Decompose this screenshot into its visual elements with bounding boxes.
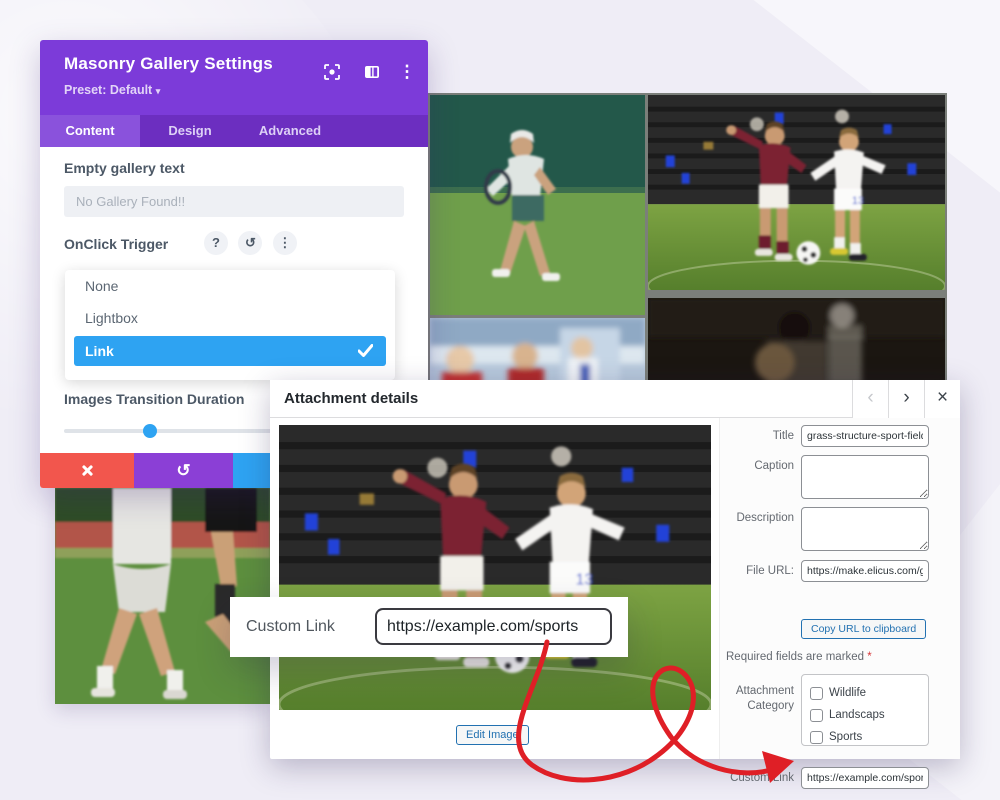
attachment-category-box: Wildlife Landscaps Sports	[801, 674, 929, 746]
focus-preview-icon[interactable]	[322, 62, 342, 82]
onclick-trigger-actions: ? ↺ ⋮	[198, 231, 297, 255]
onclick-trigger-dropdown: None Lightbox Link	[65, 270, 395, 380]
dropdown-option-none[interactable]: None	[65, 270, 395, 302]
copy-url-button[interactable]: Copy URL to clipboard	[801, 619, 927, 639]
required-fields-note: Required fields are marked *	[726, 651, 872, 663]
tab-advanced[interactable]: Advanced	[240, 115, 340, 147]
dropdown-option-lightbox[interactable]: Lightbox	[65, 302, 395, 334]
soccer-duel-preview-illustration	[279, 425, 711, 710]
slider-knob[interactable]	[143, 424, 157, 438]
undo-button[interactable]: ↺	[134, 453, 233, 488]
checkbox-sports-label: Sports	[829, 731, 863, 743]
onclick-trigger-label: OnClick Trigger	[64, 236, 169, 252]
tooltip-custom-link-input[interactable]	[375, 608, 612, 645]
checkbox-wildlife-label: Wildlife	[829, 687, 867, 699]
category-wildlife[interactable]: Wildlife	[810, 682, 928, 704]
edit-image-button[interactable]: Edit Image	[456, 725, 529, 745]
undo-icon: ↺	[176, 460, 191, 480]
gallery-photo-soccer-duel[interactable]	[648, 95, 945, 290]
dropdown-option-link-label: Link	[85, 343, 114, 359]
settings-modal-title: Masonry Gallery Settings	[64, 54, 273, 73]
checkbox-wildlife[interactable]	[810, 686, 823, 700]
attachment-nav: ‹ › ×	[852, 380, 960, 418]
tooltip-custom-link-label: Custom Link	[246, 618, 335, 635]
attachment-category-label: Attachment Category	[735, 685, 794, 712]
transition-duration-label: Images Transition Duration	[64, 391, 245, 407]
empty-gallery-text-input[interactable]	[64, 186, 404, 217]
help-icon[interactable]: ?	[204, 231, 228, 255]
empty-gallery-text-label: Empty gallery text	[64, 160, 185, 176]
file-url-field[interactable]	[801, 560, 929, 582]
more-options-icon[interactable]: ⋮	[397, 62, 417, 82]
required-note-text: Required fields are marked	[726, 651, 865, 663]
gallery-photo-tennis[interactable]	[430, 95, 645, 315]
settings-tab-bar: Content Design Advanced	[40, 115, 428, 147]
caption-field[interactable]	[801, 455, 929, 499]
dropdown-option-link[interactable]: Link	[74, 336, 386, 366]
checkbox-sports[interactable]	[810, 730, 823, 744]
caption-field-label: Caption	[754, 460, 794, 472]
caret-down-icon: ▾	[155, 86, 161, 96]
required-star: *	[867, 651, 872, 663]
category-sports[interactable]: Sports	[810, 726, 928, 748]
preset-selector[interactable]: Preset: Default ▾	[64, 83, 160, 97]
next-attachment-icon[interactable]: ›	[888, 380, 924, 418]
prev-attachment-icon[interactable]: ‹	[852, 380, 888, 418]
preset-label: Preset: Default	[64, 83, 153, 97]
check-icon	[358, 344, 373, 357]
close-icon	[81, 464, 94, 477]
tab-design[interactable]: Design	[140, 115, 240, 147]
close-modal-icon[interactable]: ×	[924, 380, 960, 418]
checkbox-landscaps-label: Landscaps	[829, 709, 885, 721]
attachment-modal-header: Attachment details ‹ › ×	[270, 380, 960, 418]
attachment-preview-image	[279, 425, 711, 710]
tennis-player-illustration	[430, 95, 645, 315]
description-field-label: Description	[736, 512, 794, 524]
settings-modal-header: Masonry Gallery Settings Preset: Default…	[40, 40, 428, 115]
field-options-icon[interactable]: ⋮	[272, 231, 297, 255]
soccer-duel-illustration	[648, 95, 945, 290]
discard-button[interactable]	[40, 453, 134, 488]
attachment-details-modal: Attachment details ‹ › × Edit Image Titl…	[270, 380, 960, 789]
gallery-photo-player-legs[interactable]	[55, 488, 270, 704]
reset-icon[interactable]: ↺	[238, 231, 263, 255]
description-field[interactable]	[801, 507, 929, 551]
title-field-label: Title	[772, 430, 794, 442]
attachment-sidebar: Title Caption Description File URL: Copy…	[719, 418, 960, 789]
checkbox-landscaps[interactable]	[810, 708, 823, 722]
player-legs-illustration	[55, 488, 270, 704]
custom-link-tooltip: Custom Link	[230, 597, 628, 657]
file-url-field-label: File URL:	[746, 565, 794, 577]
custom-link-field[interactable]	[801, 767, 929, 789]
attachment-modal-title: Attachment details	[284, 390, 419, 407]
split-view-icon[interactable]	[362, 62, 382, 82]
category-landscaps[interactable]: Landscaps	[810, 704, 928, 726]
custom-link-field-label: Custom Link	[730, 772, 794, 784]
tab-content[interactable]: Content	[40, 115, 140, 147]
title-field[interactable]	[801, 425, 929, 447]
